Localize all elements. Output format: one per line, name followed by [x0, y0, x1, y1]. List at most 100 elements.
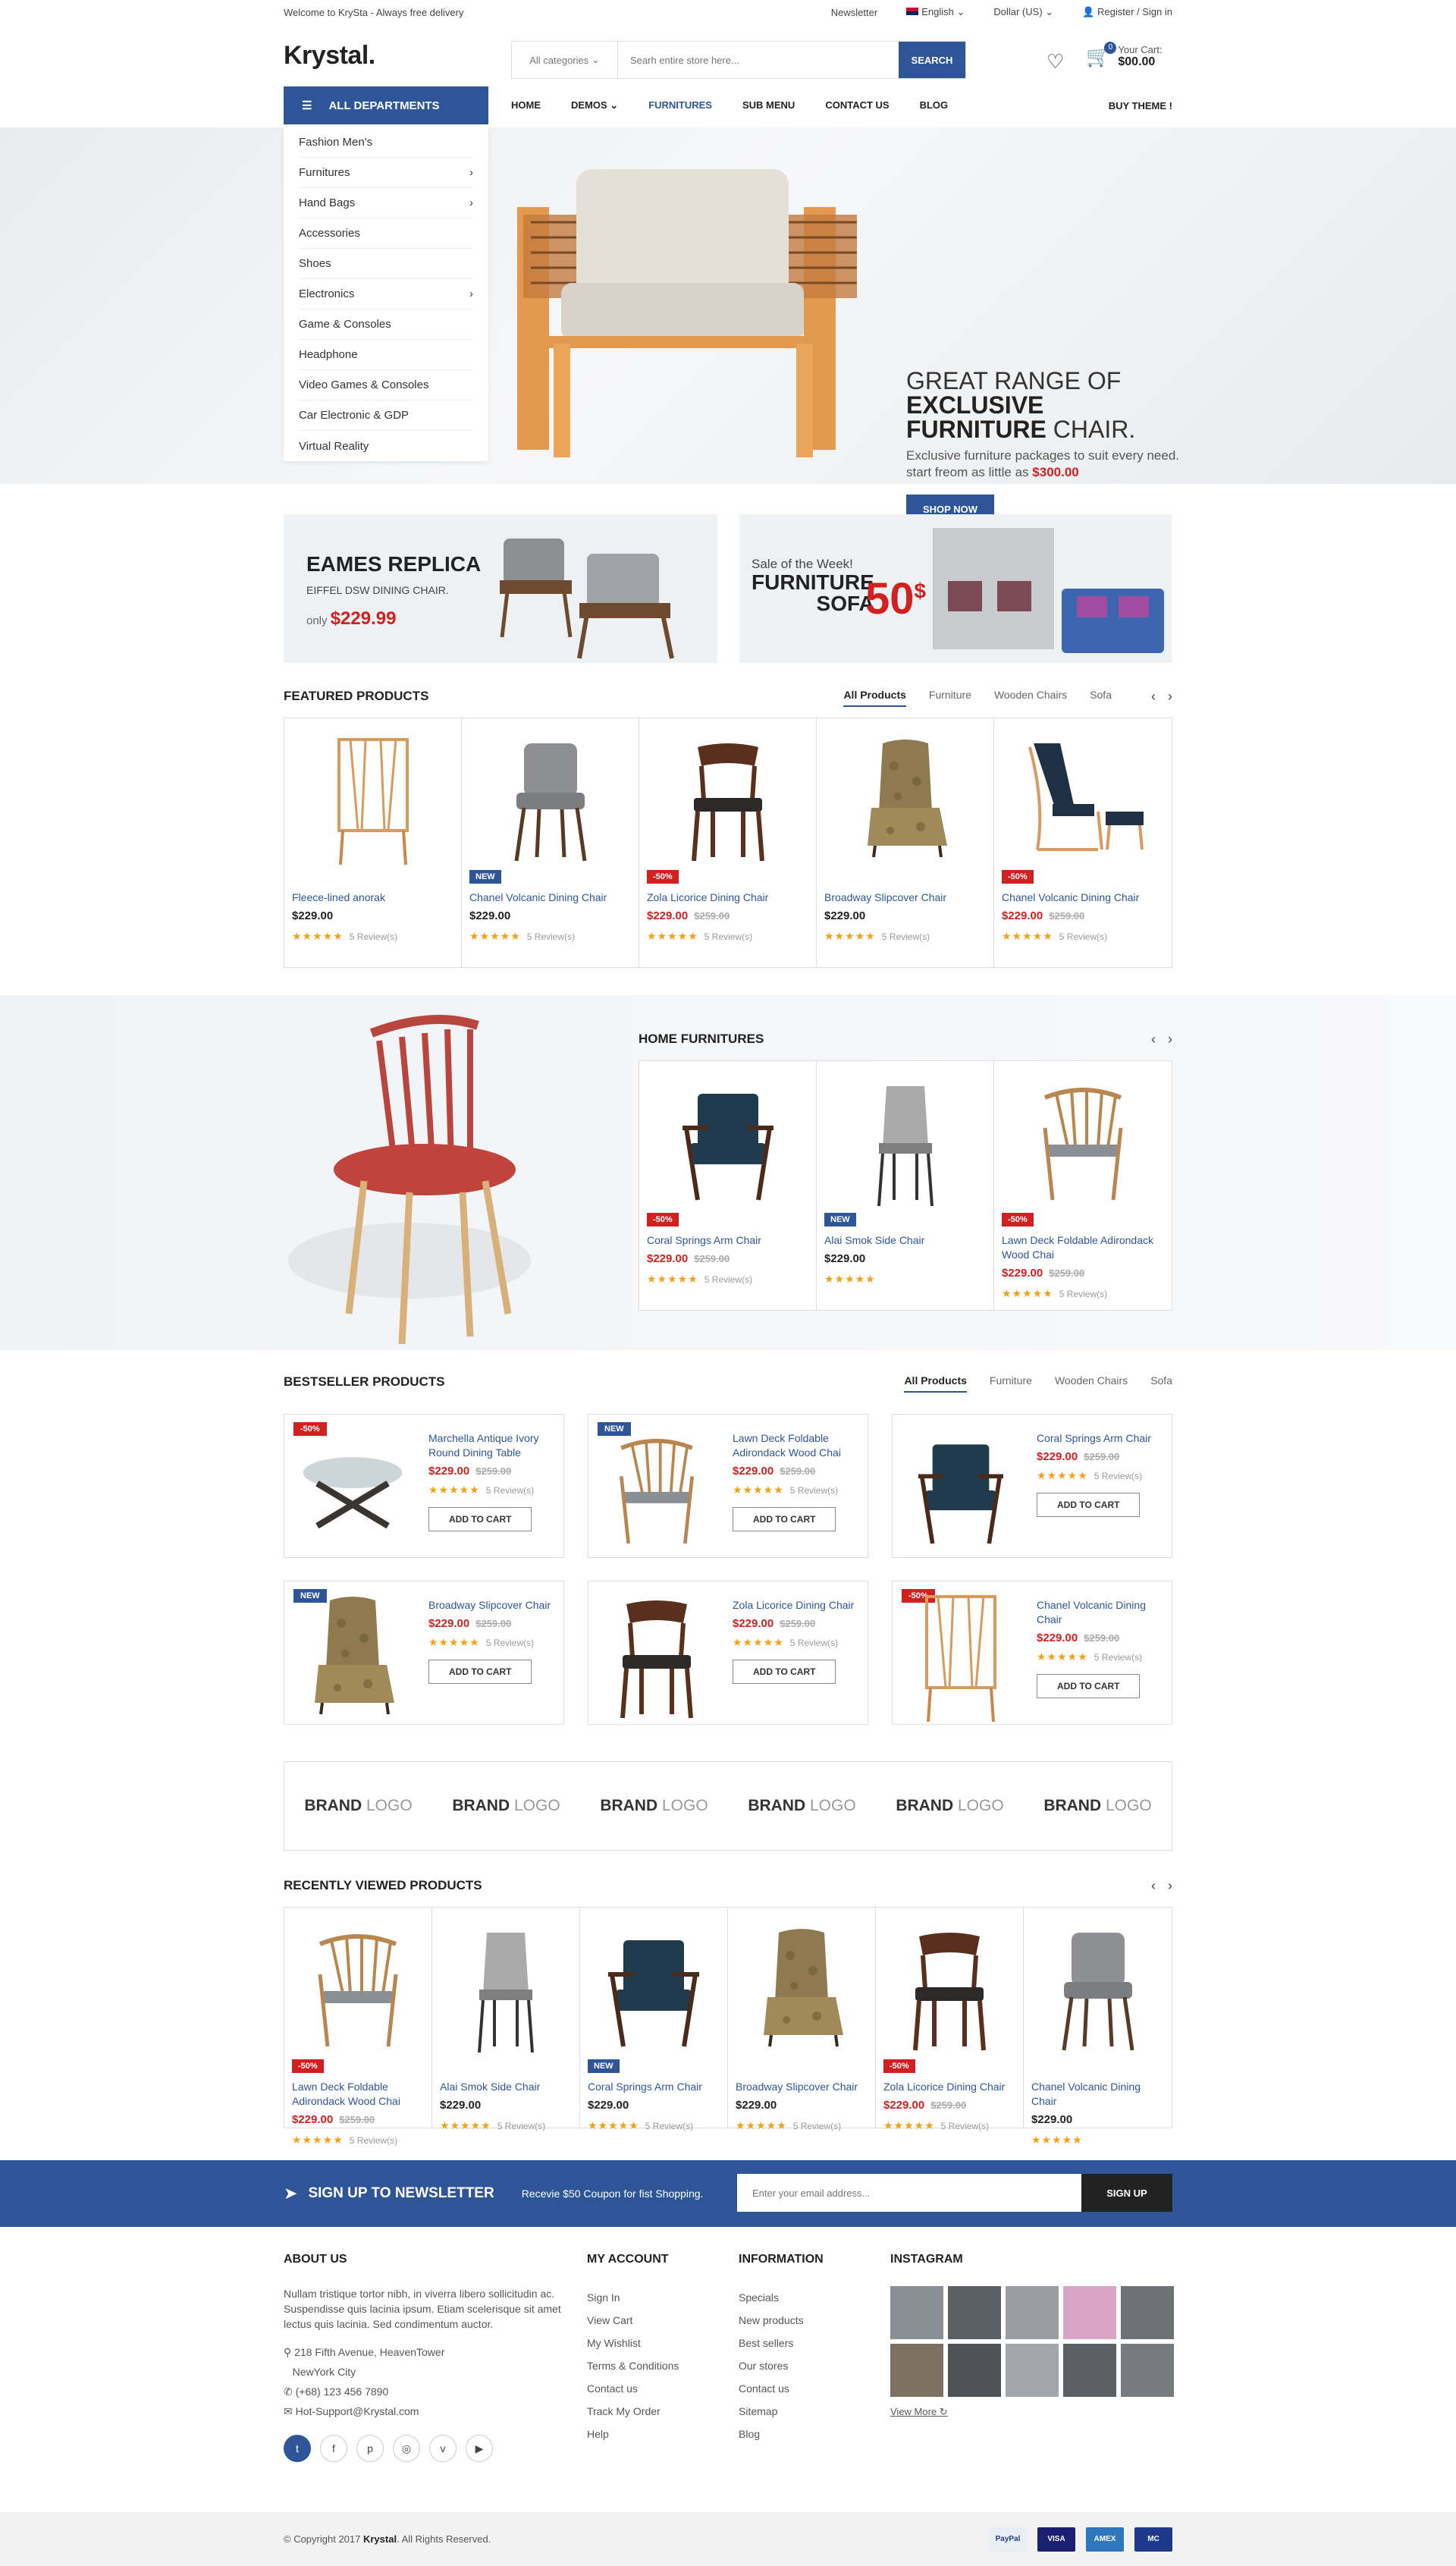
- add-to-cart-button[interactable]: ADD TO CART: [1037, 1674, 1141, 1698]
- tab-all-products[interactable]: All Products: [904, 1374, 967, 1393]
- twitter-icon[interactable]: t: [284, 2435, 311, 2462]
- product-card[interactable]: -50% Lawn Deck Foldable Adirondack Wood C…: [284, 1908, 432, 2146]
- instagram-photo[interactable]: [948, 2344, 1001, 2397]
- product-card[interactable]: -50% Chanel Volcanic Dining Chair $229.00 $…: [994, 718, 1172, 967]
- instagram-photo[interactable]: [1063, 2344, 1116, 2397]
- dept-item[interactable]: Virtual Reality: [299, 431, 473, 461]
- instagram-photo[interactable]: [1121, 2286, 1174, 2339]
- email[interactable]: ✉ Hot-Support@Krystal.com: [284, 2401, 564, 2421]
- product-name[interactable]: Alai Smok Side Chair: [440, 2080, 572, 2094]
- product-card[interactable]: Chanel Volcanic Dining Chair $229.00 ★★★★★: [1024, 1908, 1172, 2146]
- dept-item[interactable]: Game & Consoles: [299, 309, 473, 340]
- vimeo-icon[interactable]: v: [429, 2435, 457, 2462]
- product-card[interactable]: Broadway Slipcover Chair $229.00 ★★★★★ 5 Re…: [817, 718, 994, 967]
- product-name[interactable]: Chanel Volcanic Dining Chair: [469, 890, 631, 905]
- search-input[interactable]: [618, 42, 899, 78]
- nav-furnitures[interactable]: FURNITURES: [633, 99, 727, 111]
- product-card[interactable]: NEW Coral Springs Arm Chair $229.00 ★★★★★ 5 …: [580, 1908, 728, 2131]
- product-name[interactable]: Broadway Slipcover Chair: [428, 1598, 557, 1613]
- chevron-left-icon[interactable]: ‹: [1151, 689, 1156, 705]
- instagram-photo[interactable]: [1006, 2286, 1059, 2339]
- product-image[interactable]: [1031, 1915, 1164, 2063]
- bestseller-card[interactable]: NEW Lawn Deck Foldable Adirondack Wood Ch…: [588, 1414, 868, 1558]
- instagram-photo[interactable]: [890, 2286, 943, 2339]
- product-card[interactable]: Alai Smok Side Chair $229.00 ★★★★★ 5 Review…: [432, 1908, 580, 2131]
- bestseller-card[interactable]: Coral Springs Arm Chair $229.00 $259.00 ★★★…: [892, 1414, 1172, 1558]
- add-to-cart-button[interactable]: ADD TO CART: [428, 1660, 532, 1684]
- brand-logo[interactable]: BRAND LOGO: [1043, 1797, 1151, 1815]
- tab-sofa[interactable]: Sofa: [1090, 689, 1112, 707]
- search-button[interactable]: SEARCH: [899, 42, 965, 78]
- bestseller-card[interactable]: -50% Marchella Antique Ivory Round Dining…: [284, 1414, 564, 1558]
- dept-item[interactable]: Accessories: [299, 218, 473, 249]
- heart-icon[interactable]: ♡: [1046, 50, 1064, 74]
- instagram-photo[interactable]: [890, 2344, 943, 2397]
- product-name[interactable]: Chanel Volcanic Dining Chair: [1037, 1598, 1166, 1627]
- newsletter-email-input[interactable]: [737, 2174, 1081, 2212]
- footer-link[interactable]: Track My Order: [587, 2400, 679, 2423]
- sofa-banner[interactable]: Sale of the Week! FURNITURE SOFA 50$: [739, 514, 1172, 663]
- product-card[interactable]: Fleece-lined anorak $229.00 ★★★★★ 5 Review(…: [284, 718, 462, 967]
- cart-button[interactable]: 🛒 0 Your Cart: $00.00: [1086, 41, 1162, 68]
- chevron-right-icon[interactable]: ›: [1168, 1878, 1172, 1894]
- footer-link[interactable]: Our stores: [739, 2354, 824, 2377]
- add-to-cart-button[interactable]: ADD TO CART: [428, 1507, 532, 1531]
- tab-all-products[interactable]: All Products: [843, 689, 906, 707]
- product-name[interactable]: Broadway Slipcover Chair: [824, 890, 986, 905]
- tab-wooden-chairs[interactable]: Wooden Chairs: [994, 689, 1067, 707]
- footer-link[interactable]: View Cart: [587, 2309, 679, 2332]
- instagram-icon[interactable]: ◎: [393, 2435, 420, 2462]
- product-card[interactable]: NEW Alai Smok Side Chair $229.00 ★★★★★: [817, 1061, 994, 1310]
- add-to-cart-button[interactable]: ADD TO CART: [733, 1507, 836, 1531]
- brand-logo[interactable]: BRAND LOGO: [600, 1797, 708, 1815]
- footer-link[interactable]: Blog: [739, 2423, 824, 2445]
- currency-select[interactable]: Dollar (US) ⌄: [993, 6, 1053, 18]
- brand-logo[interactable]: BRAND LOGO: [304, 1797, 412, 1815]
- bestseller-card[interactable]: -50% Chanel Volcanic Dining Chair $229.00 $…: [892, 1581, 1172, 1725]
- dept-item[interactable]: Fashion Men's: [299, 127, 473, 158]
- dept-item[interactable]: Electronics ›: [299, 279, 473, 309]
- bestseller-card[interactable]: Zola Licorice Dining Chair $229.00 $259.00…: [588, 1581, 868, 1725]
- product-image[interactable]: [300, 1597, 406, 1715]
- product-image[interactable]: [440, 1915, 572, 2063]
- product-name[interactable]: Marchella Antique Ivory Round Dining Tab…: [428, 1431, 557, 1460]
- dept-item[interactable]: Furnitures ›: [299, 158, 473, 188]
- product-name[interactable]: Alai Smok Side Chair: [824, 1233, 986, 1248]
- chevron-left-icon[interactable]: ‹: [1151, 1032, 1156, 1047]
- category-select[interactable]: All categories ⌄: [512, 42, 618, 78]
- product-image[interactable]: [908, 1595, 1014, 1723]
- product-card[interactable]: Broadway Slipcover Chair $229.00 ★★★★★ 5 Re…: [728, 1908, 876, 2131]
- product-image[interactable]: [883, 1915, 1015, 2063]
- product-card[interactable]: -50% Zola Licorice Dining Chair $229.00 $25…: [876, 1908, 1024, 2131]
- footer-link[interactable]: Sitemap: [739, 2400, 824, 2423]
- product-name[interactable]: Zola Licorice Dining Chair: [647, 890, 808, 905]
- youtube-icon[interactable]: ▶: [466, 2435, 493, 2462]
- product-name[interactable]: Coral Springs Arm Chair: [1037, 1431, 1166, 1446]
- product-image[interactable]: [824, 1069, 986, 1217]
- product-image[interactable]: [300, 1437, 406, 1544]
- brand-logo[interactable]: BRAND LOGO: [896, 1797, 1003, 1815]
- footer-link[interactable]: Best sellers: [739, 2332, 824, 2354]
- product-name[interactable]: Lawn Deck Foldable Adirondack Wood Chai: [292, 2080, 424, 2109]
- nav-sub-menu[interactable]: SUB MENU: [727, 99, 810, 111]
- instagram-photo[interactable]: [1063, 2286, 1116, 2339]
- product-image[interactable]: [908, 1437, 1014, 1544]
- tab-furniture[interactable]: Furniture: [929, 689, 971, 707]
- buy-theme-link[interactable]: BUY THEME !: [1109, 100, 1172, 111]
- dept-item[interactable]: Hand Bags ›: [299, 188, 473, 218]
- footer-link[interactable]: Terms & Conditions: [587, 2354, 679, 2377]
- product-image[interactable]: [469, 726, 631, 874]
- product-image[interactable]: [824, 726, 986, 874]
- dept-item[interactable]: Headphone: [299, 340, 473, 370]
- product-name[interactable]: Coral Springs Arm Chair: [647, 1233, 808, 1248]
- all-departments-button[interactable]: ☰ ALL DEPARTMENTS: [284, 86, 488, 124]
- brand-logo[interactable]: BRAND LOGO: [748, 1797, 855, 1815]
- product-name[interactable]: Broadway Slipcover Chair: [736, 2080, 868, 2094]
- sign-up-button[interactable]: SIGN UP: [1081, 2174, 1172, 2212]
- brand-logo[interactable]: BRAND LOGO: [452, 1797, 560, 1815]
- pinterest-icon[interactable]: p: [356, 2435, 384, 2462]
- product-name[interactable]: Coral Springs Arm Chair: [588, 2080, 720, 2094]
- product-image[interactable]: [292, 726, 453, 874]
- product-name[interactable]: Lawn Deck Foldable Adirondack Wood Chai: [1002, 1233, 1164, 1262]
- product-name[interactable]: Chanel Volcanic Dining Chair: [1031, 2080, 1164, 2109]
